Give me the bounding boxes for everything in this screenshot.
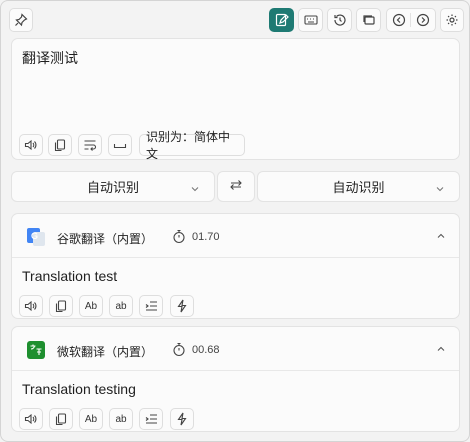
source-language-select[interactable]: 自动识别 bbox=[11, 171, 215, 202]
speak-result-button[interactable] bbox=[19, 408, 43, 430]
speak-result-button[interactable] bbox=[19, 295, 43, 317]
copy-icon bbox=[55, 299, 67, 313]
lowercase-button[interactable]: ab bbox=[109, 408, 133, 430]
target-language-label: 自动识别 bbox=[332, 180, 385, 195]
insert-result-button[interactable] bbox=[139, 408, 163, 430]
keyboard-button[interactable] bbox=[298, 8, 323, 32]
app-window: 翻译测试 识别为：简体中文 自动识别 自动识别 G 谷歌翻译（内置） 01.70… bbox=[0, 0, 470, 442]
chevron-down-icon bbox=[435, 182, 445, 197]
lowercase-label: ab bbox=[115, 300, 127, 312]
windows-button[interactable] bbox=[356, 8, 381, 32]
speak-source-button[interactable] bbox=[19, 134, 43, 156]
settings-icon bbox=[445, 13, 459, 27]
service-header[interactable]: 微软翻译（内置） 00.68 bbox=[12, 327, 459, 371]
wrap-text-icon bbox=[83, 139, 97, 151]
speaker-icon bbox=[24, 413, 38, 425]
text-indent-icon bbox=[145, 300, 158, 312]
source-input-area[interactable]: 翻译测试 识别为：简体中文 bbox=[11, 38, 460, 161]
service-time: 01.70 bbox=[192, 231, 220, 243]
lightning-icon bbox=[176, 412, 188, 426]
lowercase-label: ab bbox=[115, 413, 127, 425]
chevron-up-icon[interactable] bbox=[436, 341, 446, 359]
target-language-select[interactable]: 自动识别 bbox=[257, 171, 460, 202]
capitalize-label: Ab bbox=[84, 300, 98, 312]
capitalize-button[interactable]: Ab bbox=[79, 295, 103, 317]
space-icon bbox=[113, 140, 127, 150]
translation-result: Translation test bbox=[22, 268, 118, 284]
copy-icon bbox=[54, 138, 66, 152]
speaker-icon bbox=[24, 139, 38, 151]
chevron-up-icon[interactable] bbox=[436, 228, 446, 246]
service-name: 微软翻译（内置） bbox=[57, 345, 154, 359]
pin-icon bbox=[14, 13, 28, 27]
back-translate-button[interactable] bbox=[170, 408, 194, 430]
translation-result: Translation testing bbox=[22, 381, 136, 397]
swap-icon bbox=[229, 178, 243, 196]
lightning-icon bbox=[176, 299, 188, 313]
space-button[interactable] bbox=[108, 134, 132, 156]
text-indent-icon bbox=[145, 413, 158, 425]
service-time: 00.68 bbox=[192, 344, 220, 356]
copy-source-button[interactable] bbox=[48, 134, 72, 156]
insert-result-button[interactable] bbox=[139, 295, 163, 317]
service-card-microsoft: 微软翻译（内置） 00.68 Translation testing Ab ab bbox=[11, 326, 460, 432]
chevron-right-circle-icon[interactable] bbox=[411, 13, 435, 27]
speaker-icon bbox=[24, 300, 38, 312]
detected-language-button[interactable]: 识别为：简体中文 bbox=[139, 130, 245, 161]
source-language-label: 自动识别 bbox=[86, 180, 139, 195]
svg-text:G: G bbox=[31, 231, 38, 241]
nav-button-group bbox=[386, 8, 436, 32]
detected-language-label: 识别为：简体中文 bbox=[146, 130, 231, 161]
service-card-google: G 谷歌翻译（内置） 01.70 Translation test Ab ab bbox=[11, 213, 460, 319]
wrap-text-button[interactable] bbox=[78, 134, 102, 156]
service-header[interactable]: G 谷歌翻译（内置） 01.70 bbox=[12, 214, 459, 258]
stopwatch-icon bbox=[172, 342, 186, 362]
google-translate-icon: G bbox=[27, 228, 45, 246]
history-button[interactable] bbox=[327, 8, 352, 32]
history-icon bbox=[333, 13, 347, 27]
chevron-left-circle-icon[interactable] bbox=[387, 13, 411, 27]
capitalize-button[interactable]: Ab bbox=[79, 408, 103, 430]
capitalize-label: Ab bbox=[84, 413, 98, 425]
windows-icon bbox=[362, 13, 376, 27]
settings-button[interactable] bbox=[440, 8, 464, 32]
swap-languages-button[interactable] bbox=[217, 171, 255, 202]
edit-mode-button[interactable] bbox=[269, 8, 294, 32]
back-translate-button[interactable] bbox=[170, 295, 194, 317]
source-text[interactable]: 翻译测试 bbox=[22, 48, 78, 68]
pin-button[interactable] bbox=[9, 8, 33, 32]
stopwatch-icon bbox=[172, 229, 186, 249]
keyboard-icon bbox=[303, 13, 318, 27]
service-name: 谷歌翻译（内置） bbox=[57, 232, 154, 246]
copy-result-button[interactable] bbox=[49, 408, 73, 430]
chevron-down-icon bbox=[190, 182, 200, 197]
edit-note-icon bbox=[275, 13, 289, 27]
copy-icon bbox=[55, 412, 67, 426]
microsoft-translate-icon bbox=[27, 341, 45, 359]
copy-result-button[interactable] bbox=[49, 295, 73, 317]
lowercase-button[interactable]: ab bbox=[109, 295, 133, 317]
